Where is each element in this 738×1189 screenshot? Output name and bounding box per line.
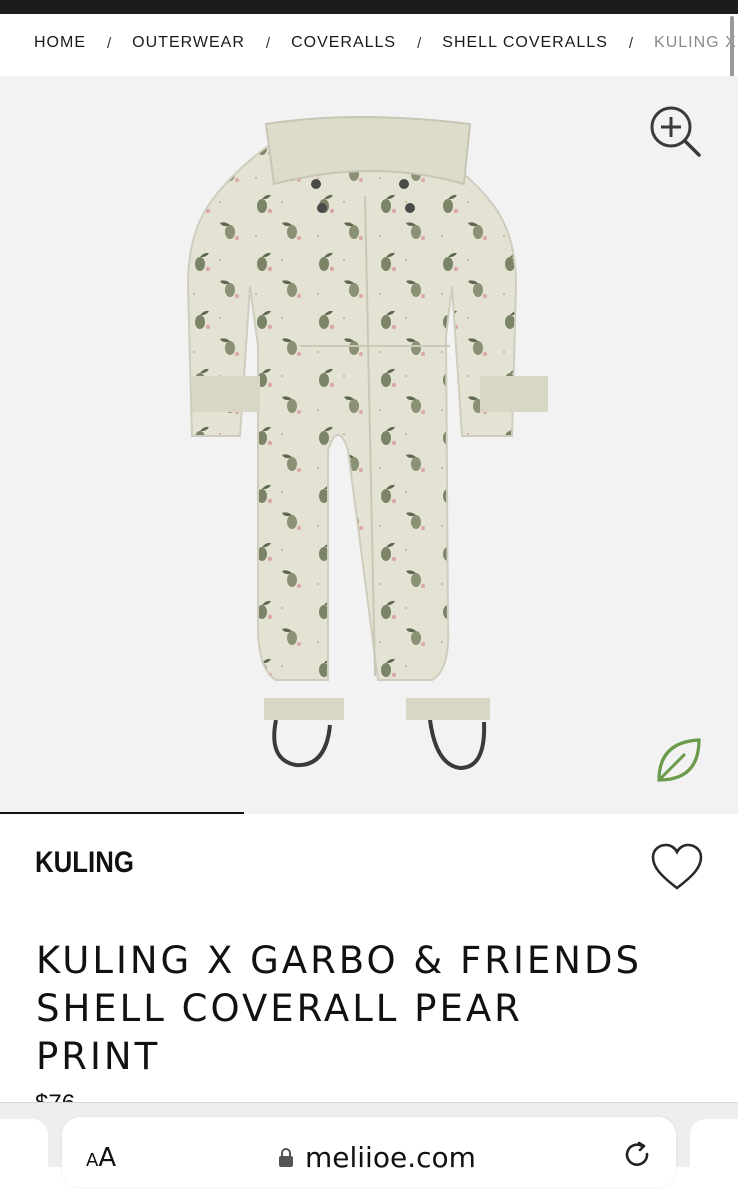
zoom-in-icon[interactable] [648, 104, 702, 158]
gallery-progress [0, 812, 738, 814]
breadcrumb-separator: / [107, 34, 112, 52]
previous-tab-preview[interactable] [0, 1119, 48, 1189]
breadcrumb-outerwear[interactable]: OUTERWEAR [132, 34, 245, 52]
url-text[interactable]: meliioe.com [305, 1141, 476, 1174]
reload-icon[interactable] [623, 1141, 653, 1171]
next-tab-preview[interactable] [690, 1119, 738, 1189]
lock-icon [279, 1148, 293, 1167]
leaf-icon [657, 738, 701, 782]
product-title: KULING X GARBO & FRIENDS SHELL COVERALL … [36, 938, 642, 1078]
breadcrumb-home[interactable]: HOME [34, 34, 86, 52]
breadcrumb-shell-coveralls[interactable]: SHELL COVERALLS [442, 34, 608, 52]
breadcrumb-separator: / [417, 34, 422, 52]
address-bar[interactable]: AA meliioe.com [62, 1117, 676, 1187]
breadcrumb-coveralls[interactable]: COVERALLS [291, 34, 396, 52]
breadcrumb-separator: / [265, 34, 271, 52]
browser-toolbar: AA meliioe.com [0, 1102, 738, 1189]
browser-status-strip [0, 0, 738, 14]
breadcrumb-current-product: KULING X GARBO & [654, 34, 738, 51]
brand-name[interactable]: KULING [35, 846, 134, 880]
product-image[interactable] [0, 76, 738, 814]
gallery-progress-fill [0, 812, 244, 814]
breadcrumb-separator: / [628, 34, 634, 52]
product-image-gallery[interactable] [0, 76, 738, 814]
text-size-button[interactable]: AA [86, 1143, 116, 1173]
breadcrumb: HOME / OUTERWEAR / COVERALLS / SHELL COV… [0, 14, 738, 76]
heart-outline-icon[interactable] [650, 842, 704, 894]
